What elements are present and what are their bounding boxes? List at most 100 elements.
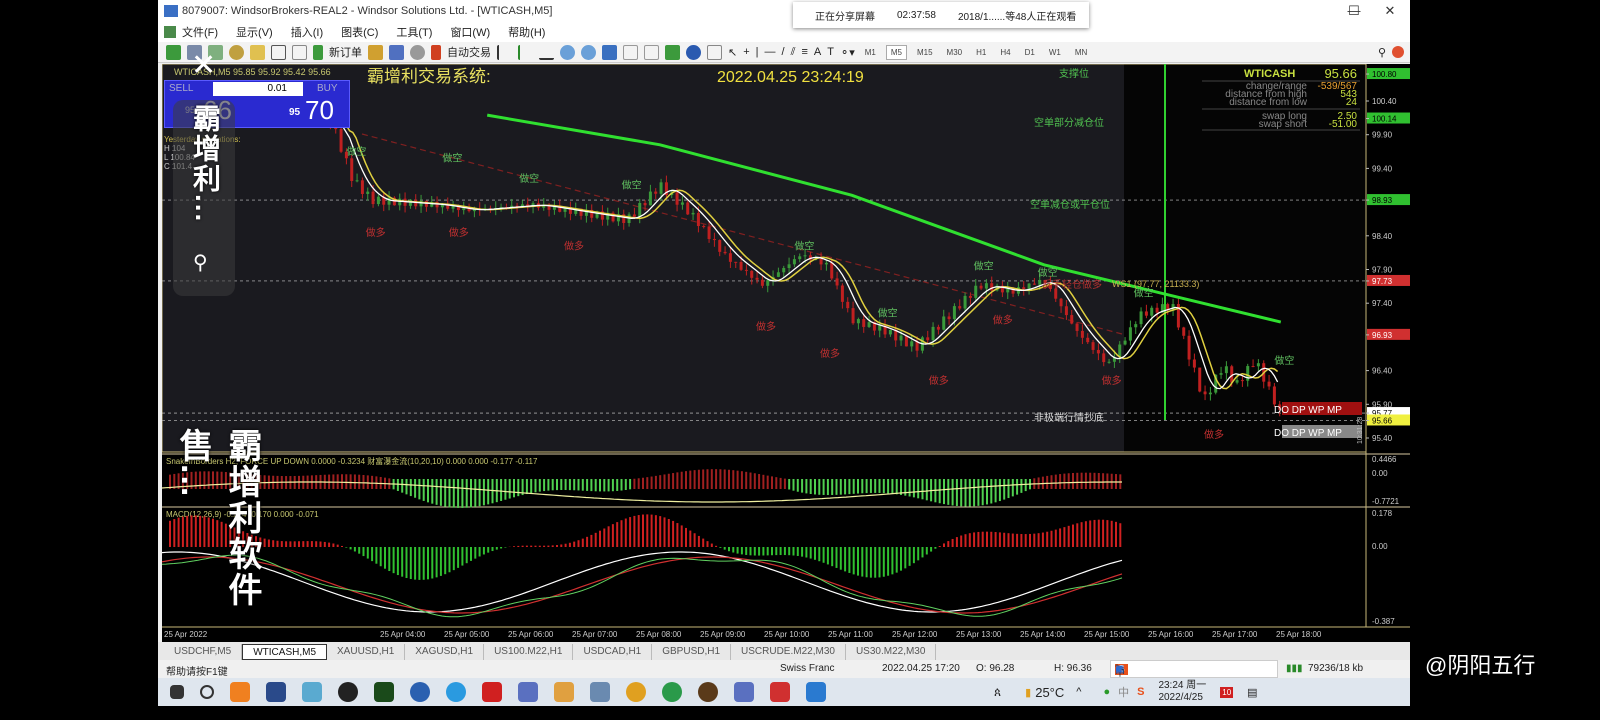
menu-window[interactable]: 窗口(W) bbox=[450, 24, 490, 40]
tf-m5[interactable]: M5 bbox=[885, 44, 907, 60]
action-center-icon[interactable]: ▤ bbox=[1247, 686, 1257, 699]
app-icon-7[interactable] bbox=[590, 682, 610, 702]
tray-app-icon[interactable]: ● bbox=[1103, 686, 1110, 698]
tray-ime[interactable]: 中 bbox=[1118, 684, 1129, 700]
clock[interactable]: 23:24 周一 2022/4/25 bbox=[1158, 680, 1206, 704]
app-icon-2[interactable] bbox=[266, 682, 286, 702]
tf-h1[interactable]: H1 bbox=[972, 46, 990, 59]
metaeditor-icon[interactable] bbox=[368, 44, 383, 60]
ime-toolbar[interactable]: S 中 °, ☺ ● ▦ ▼ bbox=[1110, 660, 1278, 679]
candle-body bbox=[1107, 361, 1111, 363]
signals-icon[interactable] bbox=[410, 44, 425, 60]
menu-view[interactable]: 显示(V) bbox=[236, 24, 273, 40]
new-chart-icon[interactable] bbox=[166, 44, 181, 60]
chrome-icon[interactable] bbox=[626, 682, 646, 702]
zoom-in-icon[interactable] bbox=[560, 44, 575, 60]
chart-shift-icon[interactable] bbox=[623, 44, 638, 60]
app-icon-10[interactable] bbox=[806, 682, 826, 702]
app-icon-3[interactable] bbox=[302, 682, 322, 702]
vertical-line-icon[interactable]: | bbox=[756, 46, 759, 58]
chart-tab[interactable]: US100.M22,H1 bbox=[484, 644, 574, 660]
app-icon-4[interactable] bbox=[410, 682, 430, 702]
chart-tab[interactable]: USCRUDE.M22,M30 bbox=[731, 644, 846, 660]
microphone-icon[interactable]: ⚲ bbox=[193, 250, 208, 275]
tf-mn[interactable]: MN bbox=[1071, 46, 1091, 59]
tray-chevron-icon[interactable]: ^ bbox=[1076, 686, 1081, 698]
bar-chart-icon[interactable] bbox=[497, 44, 512, 60]
tray-sogou-icon[interactable]: S bbox=[1137, 686, 1144, 698]
app-icon-8[interactable] bbox=[662, 682, 682, 702]
menu-insert[interactable]: 插入(I) bbox=[291, 24, 323, 40]
folder-icon[interactable] bbox=[250, 44, 265, 60]
chart-tab[interactable]: XAUUSD,H1 bbox=[327, 644, 406, 660]
wps-icon[interactable] bbox=[770, 682, 790, 702]
trendline-icon[interactable]: / bbox=[782, 46, 785, 58]
chart-canvas[interactable]: 做空做空做空做空做空做空做空做空做空做空做多 做多做多做多做多做多做多做多做多WT… bbox=[161, 63, 1410, 642]
start-icon[interactable] bbox=[170, 685, 184, 699]
maximize-button[interactable]: ☐ bbox=[1334, 0, 1374, 22]
cursor-icon[interactable]: ↖ bbox=[728, 46, 737, 59]
channel-icon[interactable]: ⫽ bbox=[791, 46, 796, 59]
weather-temp[interactable]: 25°C bbox=[1035, 685, 1064, 700]
buy-price[interactable]: 70 bbox=[305, 95, 334, 126]
app-icon-6[interactable] bbox=[554, 682, 574, 702]
zoom-out-icon[interactable] bbox=[581, 44, 596, 60]
close-button[interactable]: ✕ bbox=[1370, 0, 1410, 22]
indicators-icon[interactable] bbox=[665, 44, 680, 60]
horizontal-line-icon[interactable]: — bbox=[765, 46, 776, 58]
crosshair-icon[interactable]: + bbox=[743, 46, 749, 58]
tf-m15[interactable]: M15 bbox=[913, 46, 937, 59]
app-icon-5[interactable] bbox=[482, 682, 502, 702]
menu-help[interactable]: 帮助(H) bbox=[508, 24, 545, 40]
people-icon[interactable]: ጰ bbox=[994, 685, 1001, 700]
menu-charts[interactable]: 图表(C) bbox=[341, 24, 378, 40]
autoscroll-icon[interactable] bbox=[644, 44, 659, 60]
tf-m1[interactable]: M1 bbox=[861, 46, 880, 59]
app-icon-1[interactable] bbox=[230, 682, 250, 702]
menu-file[interactable]: 文件(F) bbox=[182, 24, 218, 40]
buy-button[interactable]: BUY bbox=[317, 83, 338, 94]
wb-icon-2[interactable] bbox=[734, 682, 754, 702]
skin-icon[interactable]: ▼ bbox=[1115, 664, 1125, 675]
tester-icon[interactable] bbox=[292, 44, 307, 60]
terminal-icon[interactable] bbox=[271, 44, 286, 60]
chart-area[interactable]: 做空 做空 做空 做空 做空 做空 做空 做空 做空 做空 做多 做多 做多 做多 做多 做多 做多 做多 做多 WT… bbox=[161, 63, 1410, 642]
minimize-button-2[interactable] bbox=[1294, 0, 1334, 22]
tf-h4[interactable]: H4 bbox=[996, 46, 1014, 59]
auto-trade-button[interactable]: 自动交易 bbox=[447, 44, 491, 60]
candle-body bbox=[867, 322, 871, 327]
community-icon[interactable] bbox=[1392, 46, 1404, 58]
tf-m30[interactable]: M30 bbox=[943, 46, 967, 59]
qq-icon[interactable] bbox=[338, 682, 358, 702]
overlay-close-button[interactable]: ✕ bbox=[191, 48, 216, 83]
wb-icon[interactable] bbox=[518, 682, 538, 702]
navigator-icon[interactable] bbox=[229, 44, 244, 60]
app-icon-9[interactable] bbox=[698, 682, 718, 702]
tf-d1[interactable]: D1 bbox=[1021, 46, 1039, 59]
edge-icon[interactable] bbox=[446, 682, 466, 702]
text-icon[interactable]: A bbox=[814, 46, 821, 58]
notification-badge[interactable]: 10 bbox=[1220, 686, 1234, 698]
menu-tools[interactable]: 工具(T) bbox=[396, 24, 432, 40]
label-icon[interactable]: T bbox=[827, 46, 834, 58]
line-chart-icon[interactable] bbox=[539, 45, 554, 60]
chart-tab[interactable]: GBPUSD,H1 bbox=[652, 644, 732, 660]
buy-price-small[interactable]: 95 bbox=[289, 107, 300, 118]
templates-icon[interactable] bbox=[707, 44, 722, 60]
new-order-button[interactable]: 新订单 bbox=[329, 44, 362, 60]
chart-tab[interactable]: USDCAD,H1 bbox=[573, 644, 653, 660]
tile-windows-icon[interactable] bbox=[602, 44, 617, 60]
candle-body bbox=[376, 196, 380, 205]
periods-icon[interactable] bbox=[686, 44, 701, 60]
mt4-icon[interactable] bbox=[374, 682, 394, 702]
search-icon[interactable]: ⚲ bbox=[1378, 46, 1386, 59]
account-icon[interactable] bbox=[389, 44, 404, 60]
chart-menu-icon[interactable] bbox=[164, 26, 176, 38]
chart-tab[interactable]: US30.M22,M30 bbox=[846, 644, 937, 660]
fibonacci-icon[interactable]: ≡ bbox=[801, 46, 807, 58]
search-taskbar-icon[interactable] bbox=[200, 685, 214, 699]
candlestick-icon[interactable] bbox=[518, 44, 533, 60]
arrows-icon[interactable]: ⚬▾ bbox=[840, 46, 855, 59]
tf-w1[interactable]: W1 bbox=[1045, 46, 1065, 59]
chart-tab[interactable]: XAGUSD,H1 bbox=[405, 644, 485, 660]
